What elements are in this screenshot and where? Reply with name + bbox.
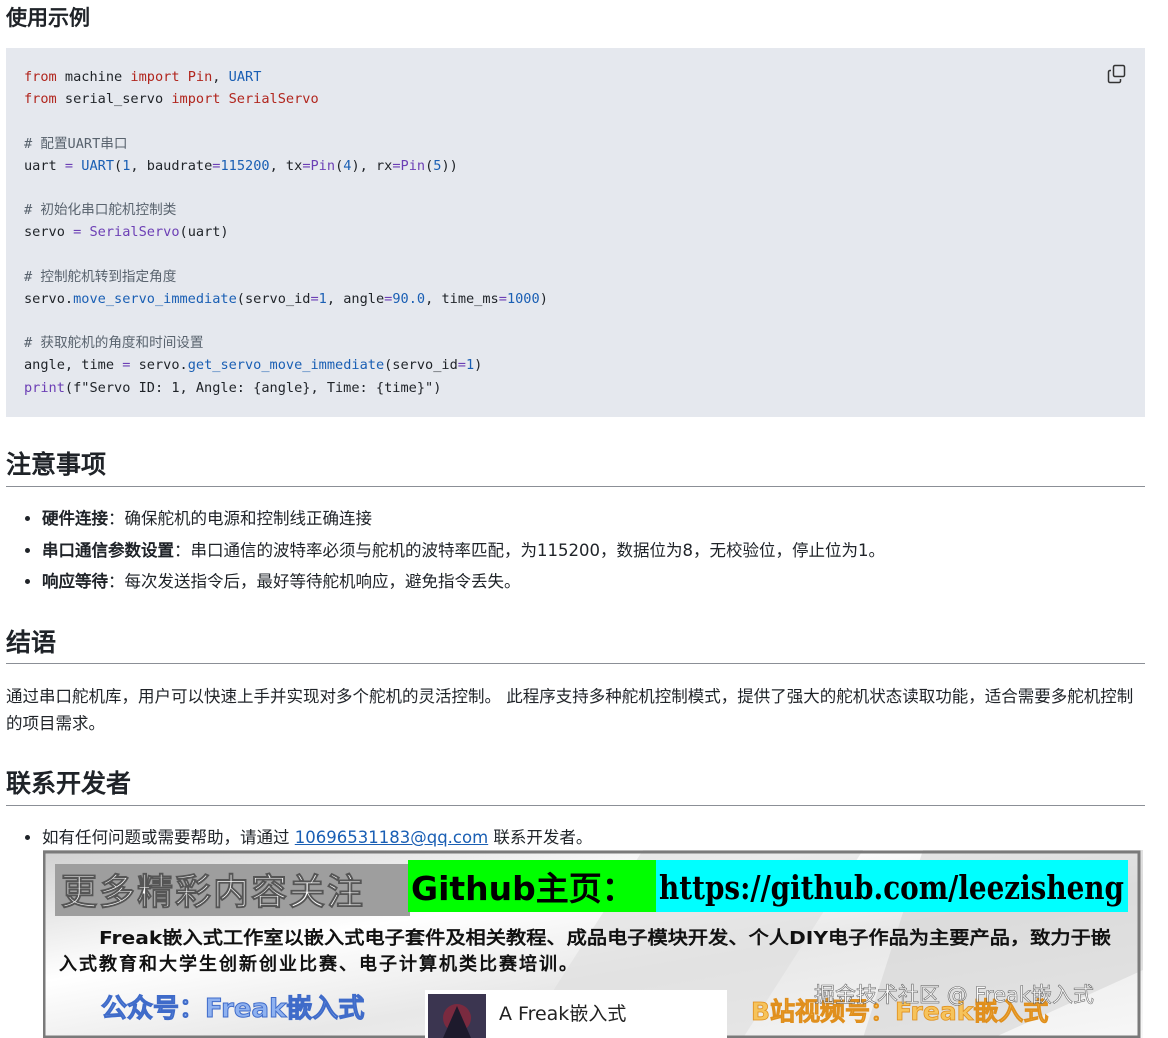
code-comment: # 控制舵机转到指定角度 [24,268,177,285]
email-link[interactable]: 10696531183@qq.com [295,828,488,847]
code-line: from machine import Pin, UART [24,69,262,85]
usage-heading: 使用示例 [6,6,90,30]
copy-icon[interactable] [1107,64,1127,84]
list-item: 硬件连接：确保舵机的电源和控制线正确连接 [42,503,885,535]
conclusion-heading: 结语 [6,628,57,657]
conclusion-paragraph: 通过串口舵机库，用户可以快速上手并实现对多个舵机的灵活控制。 此程序支持多种舵机… [6,687,1134,733]
code-line: print(f"Servo ID: 1, Angle: {angle}, Tim… [24,379,442,396]
code-line: servo = SerialServo(uart) [24,224,229,241]
divider [6,805,1145,806]
banner-card-name: A Freak嵌入式 [499,1003,626,1025]
code-line: angle, time = servo.get_servo_move_immed… [24,357,483,374]
code-line: from serial_servo import SerialServo [24,91,319,108]
divider [6,663,1145,664]
banner-watermark: 掘金技术社区 @ Freak嵌入式 [814,983,1094,1007]
code-line: servo.move_servo_immediate(servo_id=1, a… [24,290,548,307]
banner-wechat: 公众号：Freak嵌入式 [101,993,364,1024]
banner-desc-line2: 入式教育和大学生创新创业比赛、电子计算机类比赛培训。 [59,953,579,975]
list-item: 如有任何问题或需要帮助，请通过 10696531183@qq.com 联系开发者… [42,822,592,854]
banner-github-label: Github主页： [411,869,635,908]
code-comment: # 初始化串口舵机控制类 [24,202,177,219]
list-item: 响应等待：每次发送指令后，最好等待舵机响应，避免指令丢失。 [42,566,885,598]
notes-heading: 注意事项 [6,450,107,479]
code-line: uart = UART(1, baudrate=115200, tx=Pin(4… [24,157,458,174]
contact-list: 如有任何问题或需要帮助，请通过 10696531183@qq.com 联系开发者… [6,822,592,854]
banner-desc-line1: Freak嵌入式工作室以嵌入式电子套件及相关教程、成品电子模块开发、个人DIY电… [99,927,1111,949]
divider [6,486,1145,487]
list-item: 串口通信参数设置：串口通信的波特率必须与舵机的波特率匹配，为115200，数据位… [42,535,885,567]
promo-banner-graphic: 更多精彩内容关注 Github主页： https://github.com/le… [43,850,1143,1038]
promo-banner: 更多精彩内容关注 Github主页： https://github.com/le… [43,850,1143,1038]
banner-github-url: https://github.com/leezisheng [659,868,1124,907]
code-block: from machine import Pin, UART from seria… [6,48,1145,417]
banner-follow-text: 更多精彩内容关注 [61,872,365,913]
notes-list: 硬件连接：确保舵机的电源和控制线正确连接 串口通信参数设置：串口通信的波特率必须… [6,503,885,598]
code-comment: # 配置UART串口 [24,135,128,152]
code-comment: # 获取舵机的角度和时间设置 [24,335,204,352]
contact-heading: 联系开发者 [6,769,132,798]
